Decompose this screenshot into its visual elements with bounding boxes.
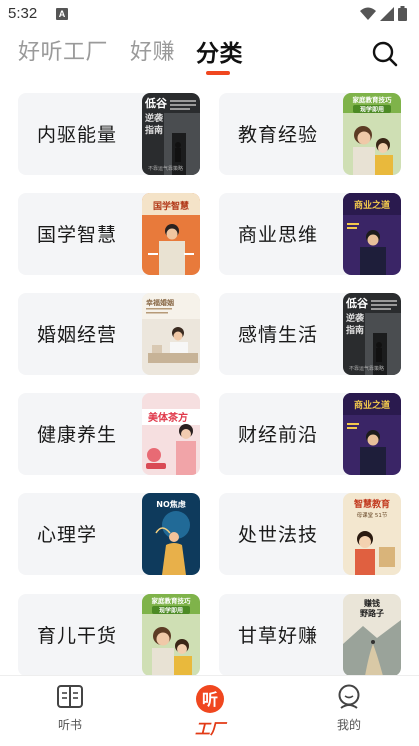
search-icon[interactable] <box>371 40 399 68</box>
category-cover-image: 商业之道 <box>343 393 401 475</box>
active-tab-indicator <box>206 71 230 75</box>
category-label: 国学智慧 <box>37 224 118 246</box>
bottom-nav: 听书 听 工厂 我的 <box>0 675 419 746</box>
svg-text:现学即用: 现学即用 <box>159 607 183 615</box>
category-label: 财经前沿 <box>238 424 319 446</box>
category-card[interactable]: 内驱能量 低谷 逆袭 指南 不靠运气靠策略 <box>18 93 200 175</box>
battery-icon <box>398 6 407 21</box>
svg-text:智慧教育: 智慧教育 <box>354 498 390 510</box>
category-label: 甘草好赚 <box>238 625 319 647</box>
category-card[interactable]: 财经前沿 商业之道 <box>219 393 401 475</box>
category-label: 教育经验 <box>238 124 319 146</box>
bottom-nav-mine-label: 我的 <box>336 718 361 732</box>
factory-logo-icon: 听 <box>196 685 224 713</box>
bottom-nav-factory[interactable]: 听 工厂 <box>180 684 240 739</box>
svg-text:国学智慧: 国学智慧 <box>153 200 189 212</box>
wifi-icon <box>360 7 376 20</box>
svg-text:现学即用: 现学即用 <box>360 106 384 114</box>
category-card[interactable]: 婚姻经营 幸福婚姻 <box>18 293 200 375</box>
category-card[interactable]: 处世法技 智慧教育 母课堂 51节 <box>219 493 401 575</box>
svg-text:指南: 指南 <box>145 124 163 136</box>
category-label: 健康养生 <box>37 424 118 446</box>
category-label: 商业思维 <box>238 224 319 246</box>
category-cover-image: NO焦虑 <box>142 493 200 575</box>
svg-text:不靠运气靠策略: 不靠运气靠策略 <box>148 165 183 172</box>
category-label: 处世法技 <box>238 524 319 546</box>
category-card[interactable]: 国学智慧 国学智慧 <box>18 193 200 275</box>
category-cover-image: 家庭教育技巧 现学即用 <box>142 594 200 675</box>
category-label: 心理学 <box>37 524 98 546</box>
svg-text:幸福婚姻: 幸福婚姻 <box>146 298 174 307</box>
category-card[interactable]: 商业思维 商业之道 <box>219 193 401 275</box>
cover-title: 低谷 <box>345 296 369 310</box>
category-cover-image: 商业之道 <box>343 193 401 275</box>
svg-text:赚钱: 赚钱 <box>363 598 380 608</box>
bottom-nav-factory-label: 工厂 <box>194 720 225 738</box>
category-cover-image: 低谷 逆袭 指南 不靠运气靠策略 <box>343 293 401 375</box>
cover-title: 低谷 <box>144 96 168 110</box>
svg-text:母课堂 51节: 母课堂 51节 <box>357 511 388 519</box>
status-time: 5:32 <box>8 5 38 22</box>
category-card[interactable]: 甘草好赚 赚钱 野路子 <box>219 594 401 675</box>
svg-text:不靠运气靠策略: 不靠运气靠策略 <box>349 365 384 372</box>
category-label: 婚姻经营 <box>37 324 118 346</box>
category-label: 育儿干货 <box>37 625 118 647</box>
svg-text:家庭教育技巧: 家庭教育技巧 <box>152 596 192 605</box>
svg-text:逆袭: 逆袭 <box>346 312 365 324</box>
bottom-nav-listen-label: 听书 <box>57 718 82 732</box>
category-grid: 内驱能量 低谷 逆袭 指南 不靠运气靠策略 教育经验 家庭教育技巧 现学即用 国… <box>18 93 401 675</box>
svg-text:野路子: 野路子 <box>360 608 384 618</box>
svg-text:家庭教育技巧: 家庭教育技巧 <box>353 95 393 104</box>
bottom-nav-listen[interactable]: 听书 <box>40 684 100 733</box>
category-card[interactable]: 教育经验 家庭教育技巧 现学即用 <box>219 93 401 175</box>
status-indicators <box>360 6 407 21</box>
category-card[interactable]: 健康养生 美体茶方 <box>18 393 200 475</box>
tab-haoting-factory[interactable]: 好听工厂 <box>18 34 108 66</box>
book-icon <box>57 685 83 708</box>
svg-text:NO焦虑: NO焦虑 <box>156 499 186 509</box>
category-cover-image: 幸福婚姻 <box>142 293 200 375</box>
category-cover-image: 家庭教育技巧 现学即用 <box>343 93 401 175</box>
top-nav: 好听工厂 好赚 分类 <box>0 28 419 80</box>
status-bar: 5:32 A <box>0 0 419 28</box>
category-cover-image: 赚钱 野路子 <box>343 594 401 675</box>
category-cover-image: 美体茶方 <box>142 393 200 475</box>
svg-text:美体茶方: 美体茶方 <box>148 411 188 424</box>
tab-category[interactable]: 分类 <box>196 34 243 68</box>
notification-icon: A <box>56 8 68 20</box>
profile-icon <box>338 684 360 709</box>
svg-text:逆袭: 逆袭 <box>145 112 164 124</box>
svg-text:商业之道: 商业之道 <box>354 399 390 411</box>
category-cover-image: 低谷 逆袭 指南 不靠运气靠策略 <box>142 93 200 175</box>
tab-haozhuan[interactable]: 好赚 <box>130 34 175 66</box>
signal-icon <box>380 6 394 21</box>
category-label: 感情生活 <box>238 324 319 346</box>
bottom-nav-mine[interactable]: 我的 <box>319 684 379 733</box>
category-card[interactable]: 育儿干货 家庭教育技巧 现学即用 <box>18 594 200 675</box>
category-cover-image: 国学智慧 <box>142 193 200 275</box>
category-cover-image: 智慧教育 母课堂 51节 <box>343 493 401 575</box>
svg-text:指南: 指南 <box>346 324 364 336</box>
category-card[interactable]: 感情生活 低谷 逆袭 指南 不靠运气靠策略 <box>219 293 401 375</box>
category-label: 内驱能量 <box>37 124 118 146</box>
category-card[interactable]: 心理学 NO焦虑 <box>18 493 200 575</box>
svg-text:商业之道: 商业之道 <box>354 199 390 211</box>
svg-text:听: 听 <box>202 690 218 709</box>
